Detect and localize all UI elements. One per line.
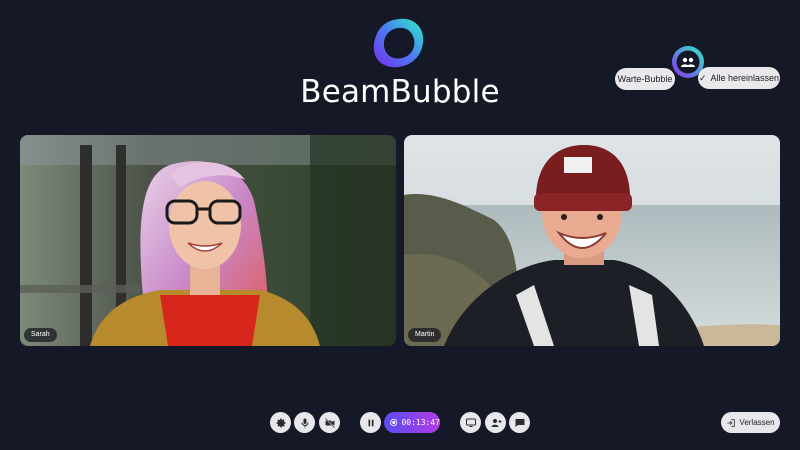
- leave-button[interactable]: Verlassen: [721, 412, 780, 433]
- pause-icon: [368, 419, 373, 426]
- invite-participant-button[interactable]: [485, 412, 506, 433]
- microphone-button[interactable]: [294, 412, 315, 433]
- monitor-icon: [465, 418, 476, 427]
- pause-recording-button[interactable]: [360, 412, 381, 433]
- recording-time: 00:13:47: [401, 418, 440, 427]
- screen-share-button[interactable]: [460, 412, 481, 433]
- record-icon: [390, 418, 398, 427]
- gear-icon: [276, 418, 285, 427]
- camera-toggle-button[interactable]: [319, 412, 340, 433]
- participant-name-martin: Martin: [408, 328, 442, 342]
- video-feed-sarah: [20, 135, 396, 346]
- video-tile-martin[interactable]: Martin: [404, 135, 780, 346]
- video-feed-martin: [404, 135, 780, 346]
- beambubble-logo-icon: [373, 18, 424, 68]
- admit-all-label: Alle hereinlassen: [710, 73, 780, 83]
- exit-icon: [727, 418, 736, 427]
- settings-button[interactable]: [270, 412, 291, 433]
- check-icon: ✓: [698, 72, 707, 83]
- recording-timer: 00:13:47: [384, 412, 440, 433]
- waiting-room-button[interactable]: Warte-Bubble: [615, 68, 675, 90]
- video-tile-sarah[interactable]: Sarah: [20, 135, 396, 346]
- chat-icon: [515, 418, 524, 427]
- camera-off-icon: [324, 417, 335, 428]
- participant-name-sarah: Sarah: [24, 328, 57, 342]
- leave-label: Verlassen: [739, 418, 775, 427]
- waiting-room-label: Warte-Bubble: [617, 74, 673, 84]
- add-person-icon: [491, 418, 501, 427]
- microphone-icon: [301, 418, 308, 427]
- chat-button[interactable]: [509, 412, 530, 433]
- admit-all-button[interactable]: ✓ Alle hereinlassen: [698, 67, 780, 89]
